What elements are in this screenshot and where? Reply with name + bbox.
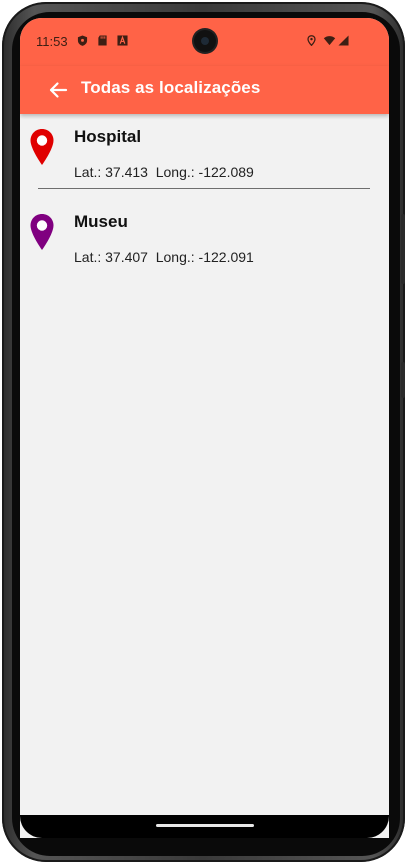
map-pin-icon [30,129,54,165]
locations-list: Hospital Lat.: 37.413 Long.: -122.089 Mu… [20,114,389,284]
location-item-hospital[interactable]: Hospital Lat.: 37.413 Long.: -122.089 [20,114,389,199]
font-icon [117,35,128,46]
page-title: Todas as localizações [81,78,261,97]
power-button [401,362,405,398]
home-indicator[interactable] [156,824,254,827]
wifi-icon [323,36,336,46]
map-pin-icon [30,214,54,250]
arrow-left-icon[interactable] [46,78,70,102]
location-name: Hospital [74,127,142,146]
volume-button [401,214,405,284]
divider [38,188,370,189]
navigation-bar [20,815,389,838]
location-coordinates: Lat.: 37.407 Long.: -122.091 [74,249,254,265]
front-camera [194,30,216,52]
location-name: Museu [74,212,128,231]
shield-icon [77,35,88,46]
status-bar: 11:53 [20,18,389,66]
location-item-museu[interactable]: Museu Lat.: 37.407 Long.: -122.091 [20,199,389,284]
signal-icon [338,35,349,46]
screen: 11:53 Todas as localizações Hospital Lat… [20,18,389,838]
location-icon [307,35,316,46]
location-coordinates: Lat.: 37.413 Long.: -122.089 [74,164,254,180]
sd-card-icon [98,35,107,46]
app-bar: Todas as localizações [20,66,389,114]
status-time: 11:53 [36,34,68,49]
